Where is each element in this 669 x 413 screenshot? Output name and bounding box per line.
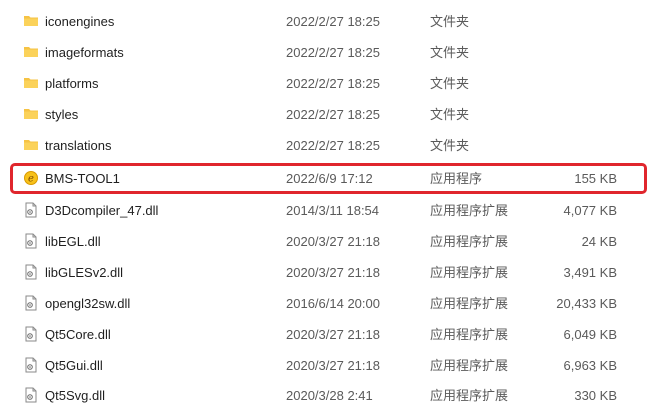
file-size: 330 KB [574,388,617,403]
list-item[interactable]: Qt5Core.dll 2020/3/27 21:18 应用程序扩展 6,049… [0,319,669,350]
dll-icon [23,202,39,218]
file-type: 文件夹 [430,45,470,60]
file-date: 2022/2/27 18:25 [286,76,380,91]
list-item[interactable]: styles 2022/2/27 18:25 文件夹 [0,99,669,130]
file-name: D3Dcompiler_47.dll [45,203,159,218]
file-name: libGLESv2.dll [45,265,124,280]
dll-icon [23,264,39,280]
list-item[interactable]: libGLESv2.dll 2020/3/27 21:18 应用程序扩展 3,4… [0,257,669,288]
file-type: 文件夹 [430,14,470,29]
list-item[interactable]: iconengines 2022/2/27 18:25 文件夹 [0,6,669,37]
file-type: 文件夹 [430,76,470,91]
list-item[interactable]: platforms 2022/2/27 18:25 文件夹 [0,68,669,99]
file-name: Qt5Core.dll [45,327,111,342]
folder-icon [23,137,39,153]
file-size: 6,963 KB [563,358,618,373]
file-name: imageformats [45,45,124,60]
list-item[interactable]: imageformats 2022/2/27 18:25 文件夹 [0,37,669,68]
file-date: 2016/6/14 20:00 [286,296,380,311]
list-item[interactable]: Qt5Svg.dll 2020/3/28 2:41 应用程序扩展 330 KB [0,380,669,411]
file-name: opengl32sw.dll [45,296,131,311]
file-type: 文件夹 [430,138,470,153]
dll-icon [23,387,39,403]
file-name: platforms [45,76,99,91]
list-item[interactable]: opengl32sw.dll 2016/6/14 20:00 应用程序扩展 20… [0,288,669,319]
file-name: iconengines [45,14,115,29]
file-size: 20,433 KB [556,296,617,311]
file-date: 2020/3/27 21:18 [286,265,380,280]
folder-icon [23,106,39,122]
file-date: 2020/3/28 2:41 [286,388,373,403]
file-type: 应用程序扩展 [430,388,509,403]
dll-icon [23,295,39,311]
file-type: 应用程序扩展 [430,265,509,280]
file-date: 2022/2/27 18:25 [286,45,380,60]
file-size: 3,491 KB [563,265,618,280]
folder-icon [23,75,39,91]
file-date: 2020/3/27 21:18 [286,327,380,342]
dll-icon [23,357,39,373]
dll-icon [23,233,39,249]
file-date: 2020/3/27 21:18 [286,234,380,249]
folder-icon [23,13,39,29]
list-item[interactable]: libEGL.dll 2020/3/27 21:18 应用程序扩展 24 KB [0,226,669,257]
file-type: 文件夹 [430,107,470,122]
file-date: 2022/2/27 18:25 [286,14,380,29]
file-name: Qt5Svg.dll [45,388,105,403]
list-item[interactable]: translations 2022/2/27 18:25 文件夹 [0,130,669,161]
file-type: 应用程序扩展 [430,203,509,218]
file-type: 应用程序扩展 [430,296,509,311]
file-name: translations [45,138,112,153]
folder-icon [23,44,39,60]
file-name: styles [45,107,79,122]
file-date: 2020/3/27 21:18 [286,358,380,373]
file-name: Qt5Gui.dll [45,358,103,373]
file-size: 6,049 KB [563,327,618,342]
file-date: 2022/2/27 18:25 [286,138,380,153]
highlight-box [10,163,647,194]
dll-icon [23,326,39,342]
file-date: 2022/2/27 18:25 [286,107,380,122]
file-date: 2014/3/11 18:54 [286,203,380,218]
file-name: libEGL.dll [45,234,101,249]
file-type: 应用程序扩展 [430,358,509,373]
file-type: 应用程序扩展 [430,234,509,249]
file-size: 24 KB [581,234,617,249]
list-item[interactable]: Qt5Gui.dll 2020/3/27 21:18 应用程序扩展 6,963 … [0,350,669,381]
list-item[interactable]: D3Dcompiler_47.dll 2014/3/11 18:54 应用程序扩… [0,195,669,226]
file-type: 应用程序扩展 [430,327,509,342]
file-size: 4,077 KB [563,203,618,218]
